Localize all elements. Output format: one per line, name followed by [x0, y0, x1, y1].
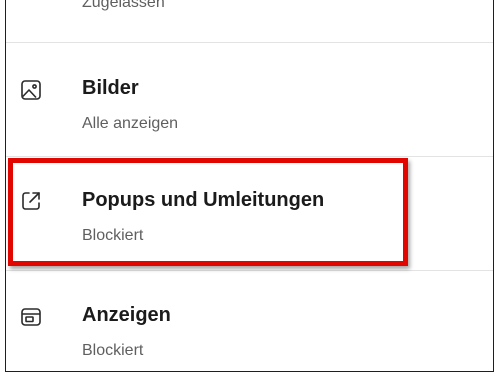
site-permissions-panel: Zugelassen Bilder Alle anzeigen Popups u…: [5, 0, 494, 372]
permission-status: Blockiert: [82, 227, 144, 244]
image-icon: [20, 79, 42, 101]
ad-window-icon: [20, 306, 42, 328]
external-link-icon: [20, 190, 42, 212]
permission-status: Blockiert: [82, 342, 144, 359]
permission-status: Zugelassen: [82, 0, 165, 11]
permission-title: Popups und Umleitungen: [82, 189, 325, 211]
permission-item-popups[interactable]: Popups und Umleitungen Blockiert: [6, 157, 493, 270]
permission-item-images[interactable]: Bilder Alle anzeigen: [6, 43, 493, 156]
permission-item-cut-off[interactable]: Zugelassen: [6, 0, 493, 42]
permission-status: Alle anzeigen: [82, 115, 179, 132]
permission-item-ads[interactable]: Anzeigen Blockiert: [6, 271, 493, 371]
permission-title: Bilder: [82, 77, 139, 99]
permission-title: Anzeigen: [82, 304, 171, 326]
